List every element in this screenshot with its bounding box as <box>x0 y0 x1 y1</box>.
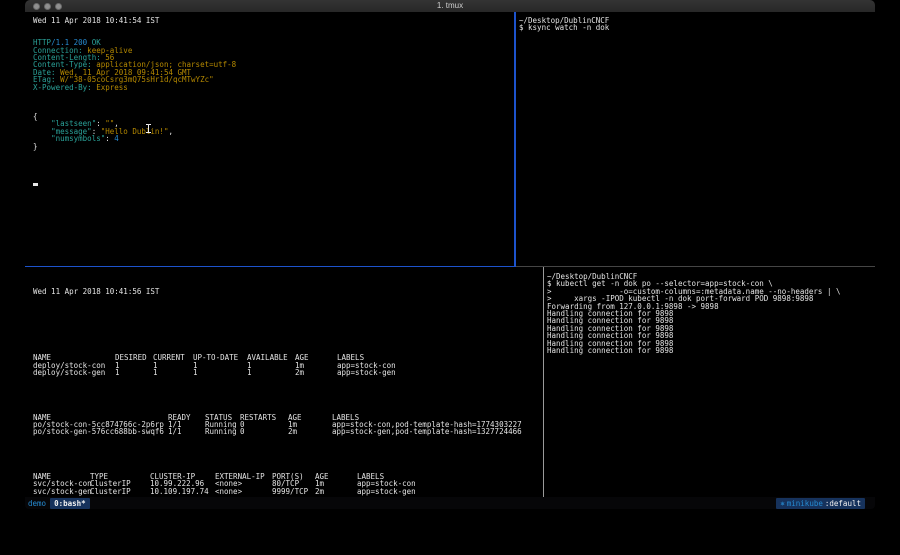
window-titlebar[interactable]: 1. tmux <box>25 0 875 12</box>
kube-context: minikube <box>787 499 823 508</box>
tmux-terminal[interactable]: Wed 11 Apr 2018 10:41:54 IST HTTP/1.1 20… <box>25 12 875 497</box>
terminal-line: Wed 11 Apr 2018 10:41:54 IST <box>33 17 510 24</box>
table-cell: 0 <box>240 421 288 428</box>
terminal-line <box>33 32 510 39</box>
table-cell: <none> <box>215 488 272 495</box>
blank-line <box>33 451 542 458</box>
table-cell: CURRENT <box>153 354 193 361</box>
table-cell: 1 <box>247 362 295 369</box>
tmux-status-bar: demo 0:bash* ⎈ minikube :default <box>25 497 875 509</box>
pane-kubectl-get[interactable]: Wed 11 Apr 2018 10:41:56 IST NAMEDESIRED… <box>25 268 542 497</box>
table-cell: app=stock-gen,pod-template-hash=13277244… <box>332 428 542 435</box>
table-row: svc/stock-genClusterIP10.109.197.74<none… <box>33 488 542 495</box>
table-cell: 2m <box>295 369 337 376</box>
table-cell: 2m <box>315 488 357 495</box>
table-cell: Running <box>205 428 240 435</box>
table-cell: 1 <box>193 362 247 369</box>
table-cell: 1 <box>193 369 247 376</box>
services-table: NAMETYPECLUSTER-IPEXTERNAL-IPPORT(S)AGEL… <box>33 473 542 495</box>
table-row: deploy/stock-gen11112mapp=stock-gen <box>33 369 542 376</box>
terminal-window: 1. tmux Wed 11 Apr 2018 10:41:54 IST HTT… <box>25 0 875 509</box>
terminal-line: X-Powered-By: Express <box>33 84 510 91</box>
table-row: deploy/stock-con11111mapp=stock-con <box>33 362 542 369</box>
session-name: demo <box>28 499 46 508</box>
pane-ksync[interactable]: ~/Desktop/DublinCNCF$ ksync watch -n dok <box>517 12 875 265</box>
terminal-line <box>33 98 510 105</box>
pane-http-response[interactable]: Wed 11 Apr 2018 10:41:54 IST HTTP/1.1 20… <box>25 12 514 265</box>
pane-port-forward[interactable]: ~/Desktop/DublinCNCF$ kubectl get -n dok… <box>546 268 875 497</box>
status-right: ⎈ minikube :default <box>776 498 865 509</box>
table-cell: 2m <box>288 428 332 435</box>
table-cell: 1 <box>115 362 153 369</box>
blank-line <box>33 391 542 398</box>
table-cell: RESTARTS <box>240 414 288 421</box>
terminal-line: $ ksync watch -n dok <box>519 24 875 31</box>
table-cell: app=stock-gen <box>337 369 542 376</box>
table-header-row: NAMEDESIREDCURRENTUP-TO-DATEAVAILABLEAGE… <box>33 354 542 361</box>
deployments-table: NAMEDESIREDCURRENTUP-TO-DATEAVAILABLEAGE… <box>33 354 542 376</box>
table-cell: po/stock-gen-576cc688bb-swqf6 <box>33 428 168 435</box>
pane-border-horizontal[interactable] <box>516 266 875 267</box>
table-cell: DESIRED <box>115 354 153 361</box>
terminal-line <box>33 106 510 113</box>
date-line: Wed 11 Apr 2018 10:41:56 IST <box>33 288 542 295</box>
table-cell: 9999/TCP <box>272 488 315 495</box>
terminal-line <box>33 24 510 31</box>
active-pane-border-vertical[interactable] <box>514 12 516 267</box>
table-row: po/stock-gen-576cc688bb-swqf61/1Running0… <box>33 428 542 435</box>
kubernetes-helm-icon: ⎈ <box>780 499 785 508</box>
terminal-line: } <box>33 143 510 150</box>
kube-namespace: :default <box>825 499 861 508</box>
table-cell: 0 <box>240 428 288 435</box>
table-cell: 1 <box>247 369 295 376</box>
pane-border-vertical[interactable] <box>543 267 544 497</box>
active-pane-border-horizontal[interactable] <box>25 266 515 268</box>
table-cell: 1/1 <box>168 428 205 435</box>
table-cell: 10.109.197.74 <box>150 488 215 495</box>
desktop-background: 1. tmux Wed 11 Apr 2018 10:41:54 IST HTT… <box>0 0 900 555</box>
blank-line <box>33 332 542 339</box>
terminal-line: "numsymbols": 4 <box>33 135 510 142</box>
table-cell: ClusterIP <box>90 488 150 495</box>
pods-table: NAMEREADYSTATUSRESTARTSAGELABELSpo/stock… <box>33 414 542 436</box>
table-cell: 1 <box>153 362 193 369</box>
table-cell: UP-TO-DATE <box>193 354 247 361</box>
terminal-line: Handling connection for 9898 <box>547 347 875 354</box>
table-cell: app=stock-gen <box>357 488 542 495</box>
window-title: 1. tmux <box>25 0 875 12</box>
table-cell: deploy/stock-gen <box>33 369 115 376</box>
table-cell: AVAILABLE <box>247 354 295 361</box>
table-cell: 1 <box>115 369 153 376</box>
table-cell: svc/stock-gen <box>33 488 90 495</box>
window-list-item-active[interactable]: 0:bash* <box>50 498 90 509</box>
blank-line <box>33 310 542 317</box>
table-cell: 1 <box>153 369 193 376</box>
shell-cursor <box>33 183 38 186</box>
terminal-line <box>33 91 510 98</box>
mouse-ibeam-cursor <box>146 124 151 133</box>
